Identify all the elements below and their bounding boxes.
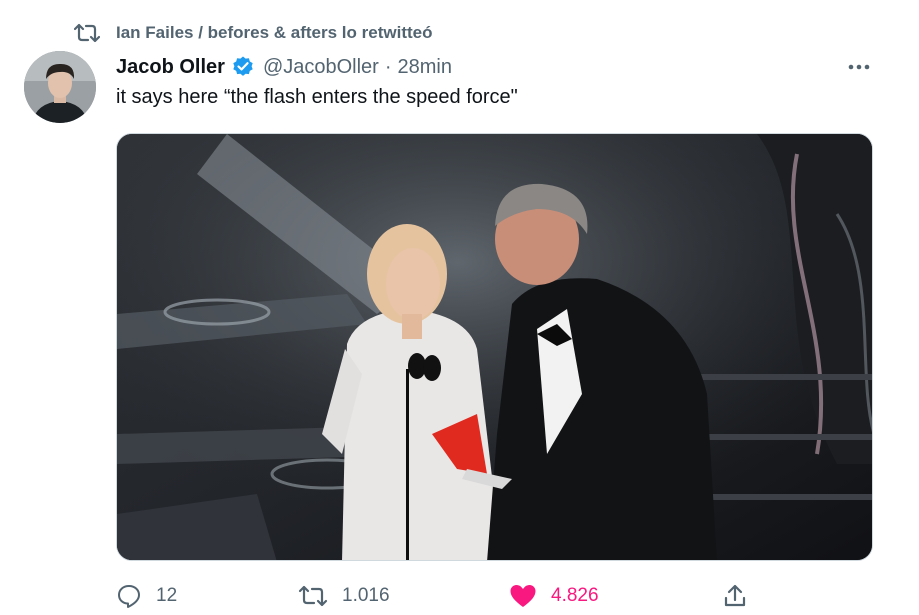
- avatar-photo: [24, 51, 96, 123]
- heart-icon: [510, 585, 536, 607]
- like-count: 4.826: [551, 585, 599, 606]
- reply-button[interactable]: 12: [116, 578, 177, 614]
- author-handle[interactable]: @JacobOller: [263, 56, 379, 79]
- tweet-timestamp[interactable]: 28min: [398, 56, 452, 79]
- retweet-count: 1.016: [342, 585, 390, 606]
- retweet-icon: [74, 23, 100, 43]
- reply-icon: [118, 585, 140, 608]
- tweet-header: Jacob Oller @JacobOller · 28min: [116, 52, 452, 82]
- author-display-name[interactable]: Jacob Oller: [116, 56, 225, 79]
- photo-image: [117, 134, 872, 560]
- tweet-action-bar: 12 1.016 4.826: [116, 578, 756, 614]
- avatar[interactable]: [24, 51, 96, 123]
- like-button[interactable]: 4.826: [509, 578, 599, 614]
- verified-badge-icon: [233, 56, 253, 76]
- retweet-icon: [298, 585, 328, 607]
- share-icon: [724, 584, 746, 607]
- retweet-button[interactable]: 1.016: [298, 578, 390, 614]
- tweet-media-photo[interactable]: [116, 133, 873, 561]
- share-button[interactable]: [722, 578, 762, 614]
- more-dots-icon: [848, 64, 870, 70]
- tweet-text: it says here “the flash enters the speed…: [116, 86, 518, 108]
- separator-dot: ·: [384, 55, 392, 78]
- reply-count: 12: [156, 585, 178, 606]
- retweet-banner[interactable]: Ian Failes / befores & afters lo retwitt…: [74, 20, 432, 46]
- more-options-button[interactable]: [842, 52, 876, 82]
- retweet-banner-text[interactable]: Ian Failes / befores & afters lo retwitt…: [116, 23, 432, 43]
